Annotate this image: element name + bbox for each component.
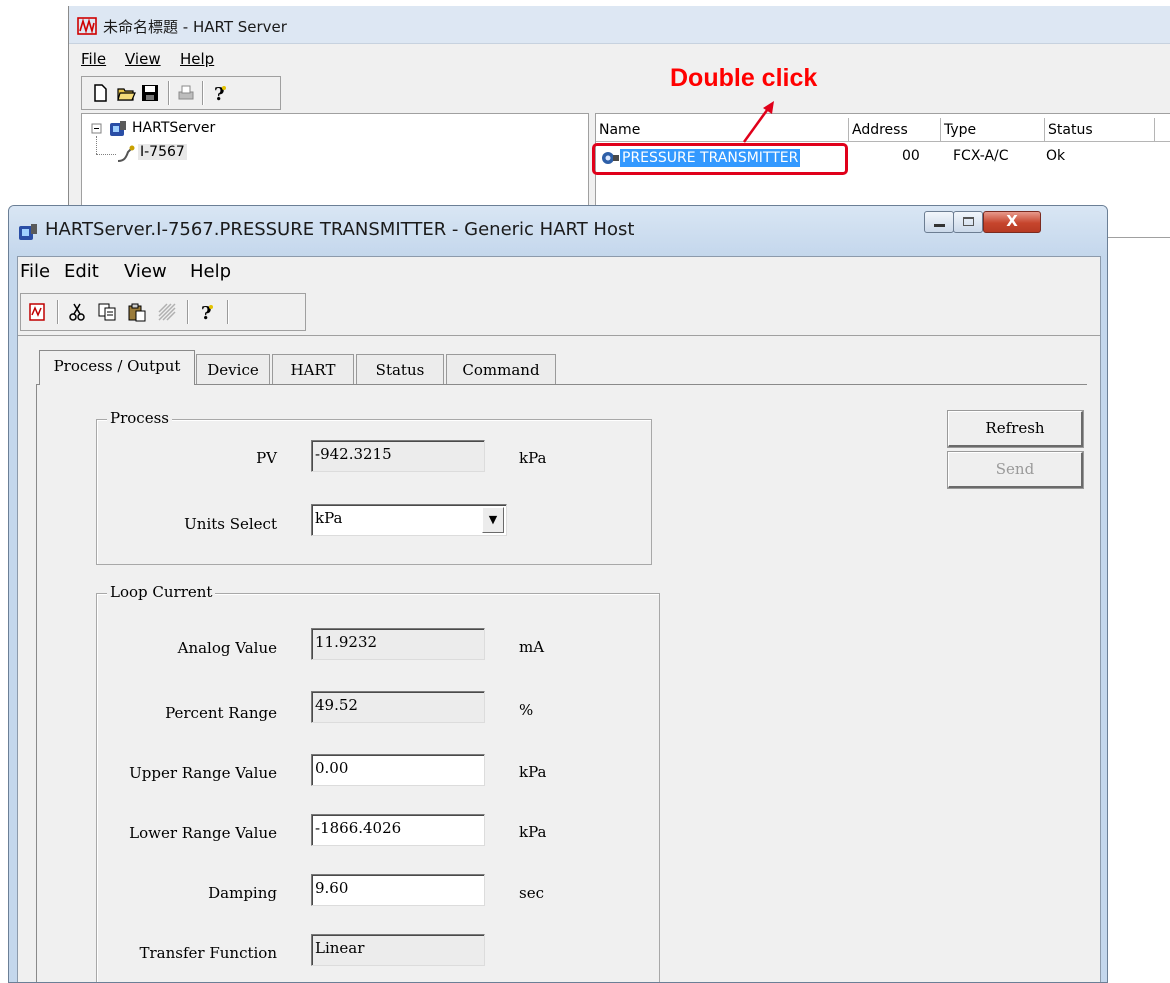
send-button: Send [947, 451, 1084, 489]
hart-server-node-icon [110, 121, 126, 136]
save-icon[interactable] [140, 83, 160, 103]
damping-label: Damping [208, 884, 277, 902]
tree-line [96, 136, 98, 154]
row-address: 00 [902, 148, 920, 164]
hart-server-titlebar[interactable]: 未命名標題 - HART Server [69, 6, 1170, 44]
hart-server-menubar: File View Help [69, 50, 1170, 72]
percent-range-field: 49.52 [311, 691, 485, 723]
annotation-highlight-box [592, 143, 848, 175]
lower-range-label: Lower Range Value [129, 824, 277, 842]
help-icon[interactable]: ? [210, 83, 230, 103]
column-header-type[interactable]: Type [941, 118, 1045, 142]
analog-value-unit: mA [519, 638, 545, 656]
minimize-button[interactable] [924, 211, 954, 233]
pv-label: PV [256, 449, 277, 467]
tab-hart[interactable]: HART [272, 354, 354, 384]
tab-command[interactable]: Command [446, 354, 556, 384]
toolbar-separator [202, 81, 204, 105]
pv-field: -942.3215 [311, 440, 485, 472]
maximize-icon [963, 217, 974, 226]
dialog-toolbar: ? [20, 293, 306, 331]
row-status: Ok [1046, 148, 1066, 164]
hart-server-window: 未命名標題 - HART Server File View Help ? HAR… [68, 6, 1170, 238]
menu-view[interactable]: View [125, 50, 161, 68]
minimize-icon [934, 224, 945, 227]
tab-process-output[interactable]: Process / Output [39, 350, 195, 385]
dialog-title: HARTServer.I-7567.PRESSURE TRANSMITTER -… [45, 219, 635, 240]
maximize-button[interactable] [953, 211, 983, 233]
hart-app-icon [77, 17, 97, 35]
tree-line [96, 154, 116, 156]
close-button[interactable]: X [983, 211, 1041, 233]
toolbar-separator [57, 300, 59, 324]
tree-item-i7567[interactable]: I-7567 [138, 144, 187, 160]
dialog-menubar: File Edit View Help [18, 261, 1100, 285]
cut-icon[interactable] [67, 302, 87, 322]
tab-device[interactable]: Device [196, 354, 270, 384]
upper-range-input[interactable]: 0.00 [311, 754, 485, 786]
transfer-function-label: Transfer Function [139, 944, 278, 962]
toolbar-separator [187, 300, 189, 324]
dialog-titlebar[interactable]: HARTServer.I-7567.PRESSURE TRANSMITTER -… [9, 206, 1107, 256]
menu-view[interactable]: View [124, 261, 167, 282]
refresh-button[interactable]: Refresh [947, 410, 1084, 448]
analog-value-label: Analog Value [177, 639, 277, 657]
print-icon [178, 85, 194, 100]
toolbar-separator [168, 81, 170, 105]
open-folder-icon[interactable] [116, 83, 136, 103]
units-select-value: kPa [315, 509, 343, 527]
hart-doc-icon[interactable] [27, 302, 47, 322]
menu-file[interactable]: File [81, 50, 106, 68]
copy-icon[interactable] [97, 302, 117, 322]
menu-help[interactable]: Help [190, 261, 231, 282]
dialog-client-area: Process / Output Device HART Status Comm… [18, 335, 1100, 982]
paste-icon[interactable] [127, 302, 147, 322]
hart-server-toolbar: ? [81, 76, 281, 110]
menu-help[interactable]: Help [180, 50, 214, 68]
tab-panel-process-output: Process PV -942.3215 kPa Units Select kP… [36, 384, 1087, 982]
percent-range-unit: % [519, 701, 534, 719]
menu-edit[interactable]: Edit [64, 261, 99, 282]
loop-current-group: Loop Current Analog Value 11.9232 mA Per… [96, 583, 660, 982]
new-file-icon[interactable] [90, 83, 110, 103]
process-group: Process PV -942.3215 kPa Units Select kP… [96, 409, 652, 565]
lower-range-unit: kPa [519, 823, 547, 841]
collapse-icon[interactable] [90, 122, 104, 136]
row-type: FCX-A/C [953, 148, 1009, 164]
loop-current-group-title: Loop Current [107, 583, 216, 601]
column-header-empty [1155, 118, 1170, 142]
annotation-arrow-icon [742, 101, 774, 143]
column-header-name[interactable]: Name [596, 118, 849, 142]
damping-input[interactable]: 9.60 [311, 874, 485, 906]
disabled-icon [158, 303, 176, 321]
pv-unit: kPa [519, 449, 547, 467]
menu-file[interactable]: File [20, 261, 50, 282]
column-header-status[interactable]: Status [1045, 118, 1155, 142]
hart-host-app-icon [19, 224, 37, 240]
tab-status[interactable]: Status [356, 354, 444, 384]
lower-range-input[interactable]: -1866.4026 [311, 814, 485, 846]
hart-server-title: 未命名標題 - HART Server [103, 18, 287, 36]
percent-range-label: Percent Range [165, 704, 277, 722]
units-select-label: Units Select [184, 515, 277, 533]
dialog-body: File Edit View Help ? Process / Output D… [17, 256, 1101, 982]
units-select-dropdown[interactable]: kPa ▼ [311, 504, 507, 536]
column-header-address[interactable]: Address [849, 118, 941, 142]
process-group-title: Process [107, 409, 172, 427]
double-click-annotation: Double click [670, 64, 818, 92]
damping-unit: sec [519, 884, 544, 902]
generic-hart-host-window: HARTServer.I-7567.PRESSURE TRANSMITTER -… [8, 205, 1108, 983]
help-icon[interactable]: ? [197, 302, 217, 322]
upper-range-unit: kPa [519, 763, 547, 781]
toolbar-separator [227, 300, 229, 324]
chevron-down-icon[interactable]: ▼ [482, 507, 504, 533]
com-port-icon [117, 145, 135, 162]
analog-value-field: 11.9232 [311, 628, 485, 660]
tree-item-hartserver[interactable]: HARTServer [132, 120, 215, 136]
transfer-function-field: Linear [311, 934, 485, 966]
upper-range-label: Upper Range Value [129, 764, 277, 782]
